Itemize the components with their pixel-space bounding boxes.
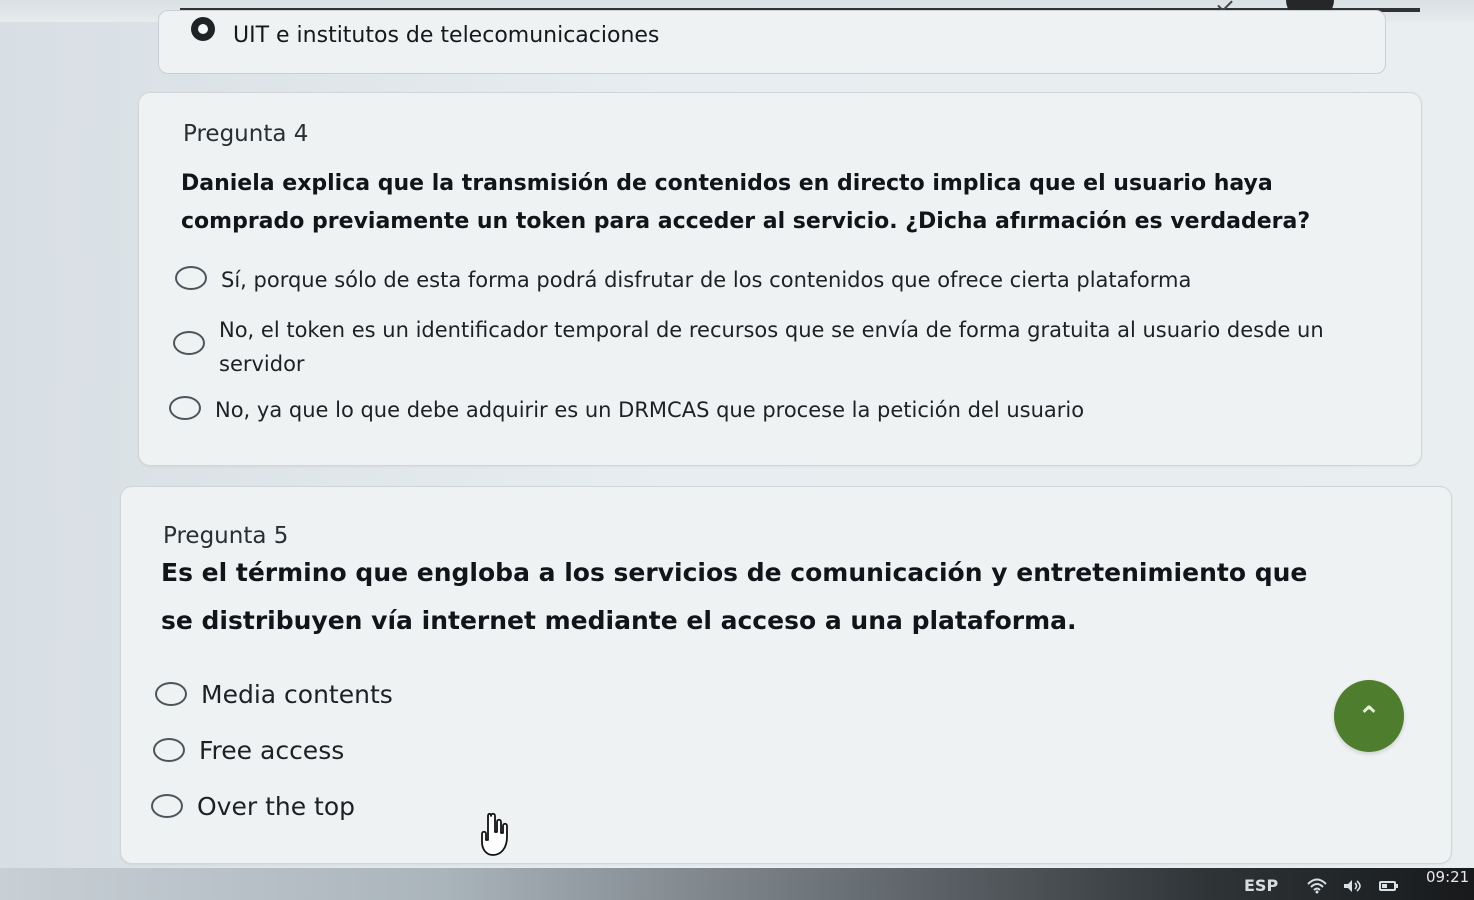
option-label: Media contents	[201, 680, 393, 709]
language-indicator[interactable]: ESP	[1244, 876, 1278, 895]
radio-button[interactable]	[173, 331, 205, 355]
taskbar-clock[interactable]: 09:21	[1426, 868, 1469, 886]
question-5-option-3[interactable]: Over the top	[151, 791, 651, 823]
question-card-5: Pregunta 5 Es el término que engloba a l…	[120, 486, 1452, 864]
volume-icon[interactable]	[1342, 878, 1362, 898]
scroll-to-top-button[interactable]: ⌃	[1334, 680, 1404, 752]
question-card-4: Pregunta 4 Daniela explica que la transm…	[138, 92, 1422, 466]
radio-button[interactable]	[153, 738, 185, 762]
selected-radio-button[interactable]	[191, 17, 215, 41]
question-4-option-1[interactable]: Sí, porque sólo de esta forma podrá disf…	[175, 263, 1355, 297]
question-text-4: Daniela explica que la transmisión de co…	[181, 171, 1311, 234]
double-chevron-up-icon: ⌃	[1357, 699, 1381, 733]
question-number-4: Pregunta 4	[183, 121, 309, 147]
hand-cursor-icon	[481, 812, 508, 856]
radio-button[interactable]	[175, 266, 207, 290]
option-label: No, ya que lo que debe adquirir es un DR…	[215, 398, 1085, 422]
option-label: Free access	[199, 736, 345, 765]
question-text-5: Es el término que engloba a los servicio…	[161, 558, 1308, 635]
previous-selected-option-text: UIT e institutos de telecomunicaciones	[233, 23, 660, 48]
previous-question-card: UIT e institutos de telecomunicaciones	[158, 10, 1386, 74]
battery-icon[interactable]	[1378, 878, 1400, 898]
radio-button[interactable]	[155, 682, 187, 706]
radio-button[interactable]	[169, 396, 201, 420]
wifi-icon[interactable]	[1306, 878, 1328, 898]
windows-taskbar: ESP 09:21	[0, 868, 1474, 900]
option-label: Sí, porque sólo de esta forma podrá disf…	[221, 268, 1192, 292]
question-4-option-3[interactable]: No, ya que lo que debe adquirir es un DR…	[169, 393, 1349, 427]
question-4-option-2[interactable]: No, el token es un identificador tempora…	[173, 313, 1353, 381]
question-5-option-1[interactable]: Media contents	[155, 679, 655, 711]
option-label: No, el token es un identificador tempora…	[219, 318, 1324, 376]
radio-button[interactable]	[151, 794, 183, 818]
question-5-option-2[interactable]: Free access	[153, 735, 653, 767]
question-number-5: Pregunta 5	[163, 523, 289, 549]
option-label: Over the top	[197, 792, 356, 821]
